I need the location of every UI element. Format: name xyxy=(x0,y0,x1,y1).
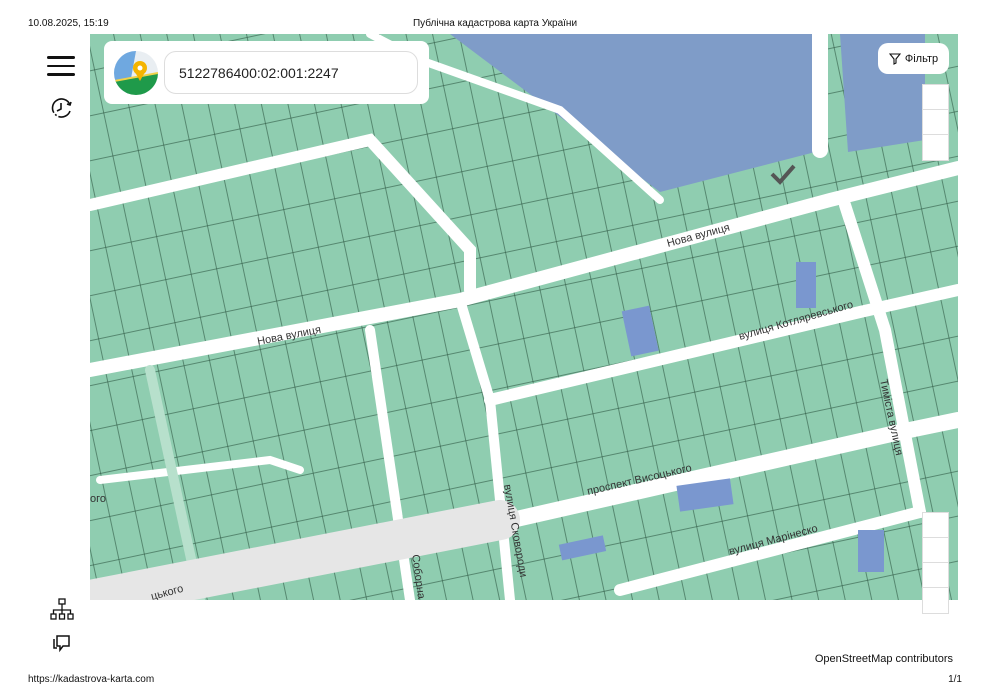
map-attribution[interactable]: OpenStreetMap contributors xyxy=(815,653,953,665)
footer-url: https://kadastrova-karta.com xyxy=(28,674,155,685)
map-tools-bottom xyxy=(922,512,949,614)
map-tool-button[interactable] xyxy=(923,513,948,538)
street-label: ого xyxy=(90,493,106,505)
map-tool-button[interactable] xyxy=(923,588,948,613)
search-panel: 5122786400:02:001:2247 xyxy=(104,41,429,104)
app-logo xyxy=(114,51,158,95)
map-tools-top xyxy=(922,84,949,161)
sitemap-icon[interactable] xyxy=(50,598,74,620)
selected-parcel[interactable] xyxy=(796,262,816,308)
cadastral-number-input[interactable]: 5122786400:02:001:2247 xyxy=(164,51,418,94)
menu-icon[interactable] xyxy=(47,56,75,76)
filter-label: Фільтр xyxy=(904,52,939,65)
left-sidebar xyxy=(30,34,90,666)
map-tool-button[interactable] xyxy=(923,85,948,110)
filter-button[interactable]: Фільтр xyxy=(878,43,949,74)
page-number: 1/1 xyxy=(948,674,962,685)
page-title: Публічна кадастрова карта України xyxy=(412,18,578,29)
selected-parcel[interactable] xyxy=(858,530,884,572)
map-tool-button[interactable] xyxy=(923,135,948,160)
chat-icon[interactable] xyxy=(51,632,73,654)
cadastral-map[interactable]: Нова вулиця Нова вулиця вулиця Котляревс… xyxy=(90,34,958,600)
map-tool-button[interactable] xyxy=(923,563,948,588)
map-tool-button[interactable] xyxy=(923,538,948,563)
map-tool-button[interactable] xyxy=(923,110,948,135)
filter-icon xyxy=(888,52,901,65)
history-icon[interactable] xyxy=(50,96,74,120)
